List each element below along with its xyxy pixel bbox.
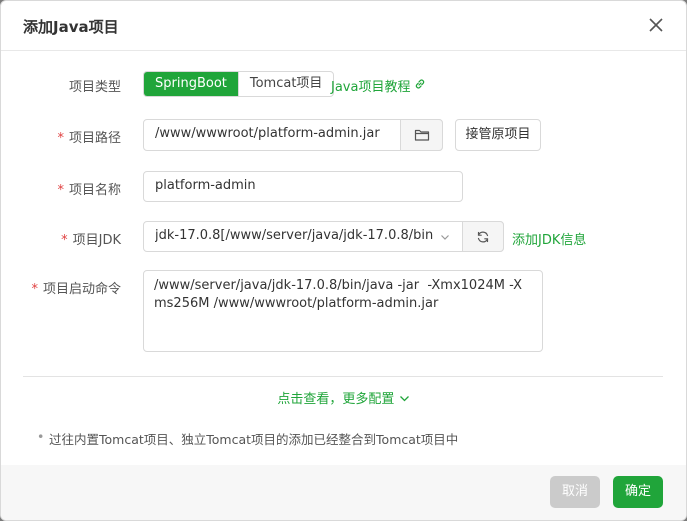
java-tutorial-link-text: Java项目教程	[331, 80, 411, 95]
refresh-icon[interactable]	[462, 221, 504, 252]
project-path-input[interactable]: /www/wwwroot/platform-admin.jar	[143, 119, 443, 151]
close-icon[interactable]	[646, 15, 666, 35]
add-java-project-dialog: 添加Java项目 项目类型 SpringBoot Tomcat项目 Java项目…	[0, 0, 687, 521]
project-type-toggle: SpringBoot Tomcat项目	[143, 71, 335, 97]
project-path-label-text: 项目路径	[68, 131, 121, 146]
project-path-label: * 项目路径	[57, 127, 121, 146]
dialog-header: 添加Java项目	[1, 1, 686, 51]
link-icon	[414, 78, 426, 94]
divider	[23, 376, 663, 377]
project-path-value: /www/wwwroot/platform-admin.jar	[155, 126, 380, 141]
cancel-button[interactable]: 取消	[550, 476, 600, 508]
project-name-input[interactable]: platform-admin	[143, 171, 463, 202]
required-mark: *	[31, 282, 38, 297]
type-tomcat-button[interactable]: Tomcat项目	[237, 72, 334, 96]
start-command-label: * 项目启动命令	[31, 278, 121, 297]
dialog-title: 添加Java项目	[23, 18, 119, 36]
required-mark: *	[61, 233, 68, 248]
takeover-project-button[interactable]: 接管原项目	[455, 119, 541, 151]
folder-icon[interactable]	[400, 119, 443, 151]
project-jdk-select[interactable]: jdk-17.0.8[/www/server/java/jdk-17.0.8/b…	[143, 221, 504, 252]
start-command-value: /www/server/java/jdk-17.0.8/bin/java -ja…	[154, 278, 523, 311]
confirm-button[interactable]: 确定	[613, 476, 663, 508]
start-command-label-text: 项目启动命令	[42, 282, 121, 297]
dialog-footer: 取消 确定	[1, 465, 686, 520]
add-jdk-link[interactable]: 添加JDK信息	[512, 229, 586, 248]
project-type-label: 项目类型	[69, 76, 121, 95]
required-mark: *	[57, 131, 64, 146]
project-name-label: * 项目名称	[57, 179, 121, 198]
project-name-value: platform-admin	[155, 178, 256, 193]
project-jdk-label: * 项目JDK	[61, 229, 121, 248]
project-name-label-text: 项目名称	[68, 183, 121, 198]
project-jdk-label-text: 项目JDK	[72, 233, 121, 248]
required-mark: *	[57, 183, 64, 198]
chevron-down-icon	[399, 392, 410, 407]
chevron-down-icon	[440, 231, 450, 246]
type-springboot-button[interactable]: SpringBoot	[144, 72, 238, 96]
integration-note: 过往内置Tomcat项目、独立Tomcat项目的添加已经整合到Tomcat项目中	[37, 429, 458, 448]
start-command-textarea[interactable]: /www/server/java/jdk-17.0.8/bin/java -ja…	[143, 270, 543, 352]
more-config-text: 点击查看，更多配置	[277, 392, 395, 407]
java-tutorial-link[interactable]: Java项目教程	[331, 76, 426, 95]
project-type-label-text: 项目类型	[68, 80, 121, 95]
project-jdk-value: jdk-17.0.8[/www/server/java/jdk-17.0.8/b…	[155, 228, 433, 243]
more-config-link[interactable]: 点击查看，更多配置	[1, 388, 686, 407]
